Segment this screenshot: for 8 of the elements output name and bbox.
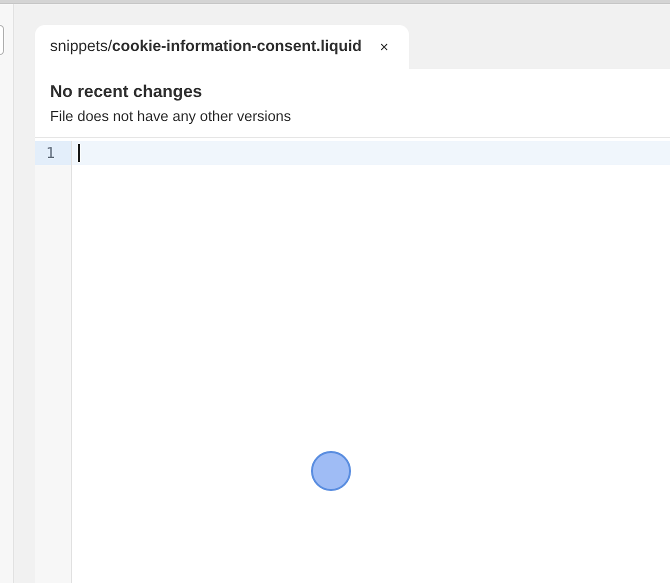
file-path: snippets/cookie-information-consent.liquid (50, 37, 362, 58)
history-title: No recent changes (50, 81, 204, 103)
line-number: 1 (35, 141, 71, 165)
close-button[interactable]: × (380, 40, 389, 54)
history-subtitle: File does not have any other versions (50, 108, 292, 127)
pointer-highlight-icon (311, 451, 351, 491)
file-tab[interactable]: snippets/cookie-information-consent.liquid × (35, 25, 409, 69)
text-cursor (78, 144, 80, 162)
